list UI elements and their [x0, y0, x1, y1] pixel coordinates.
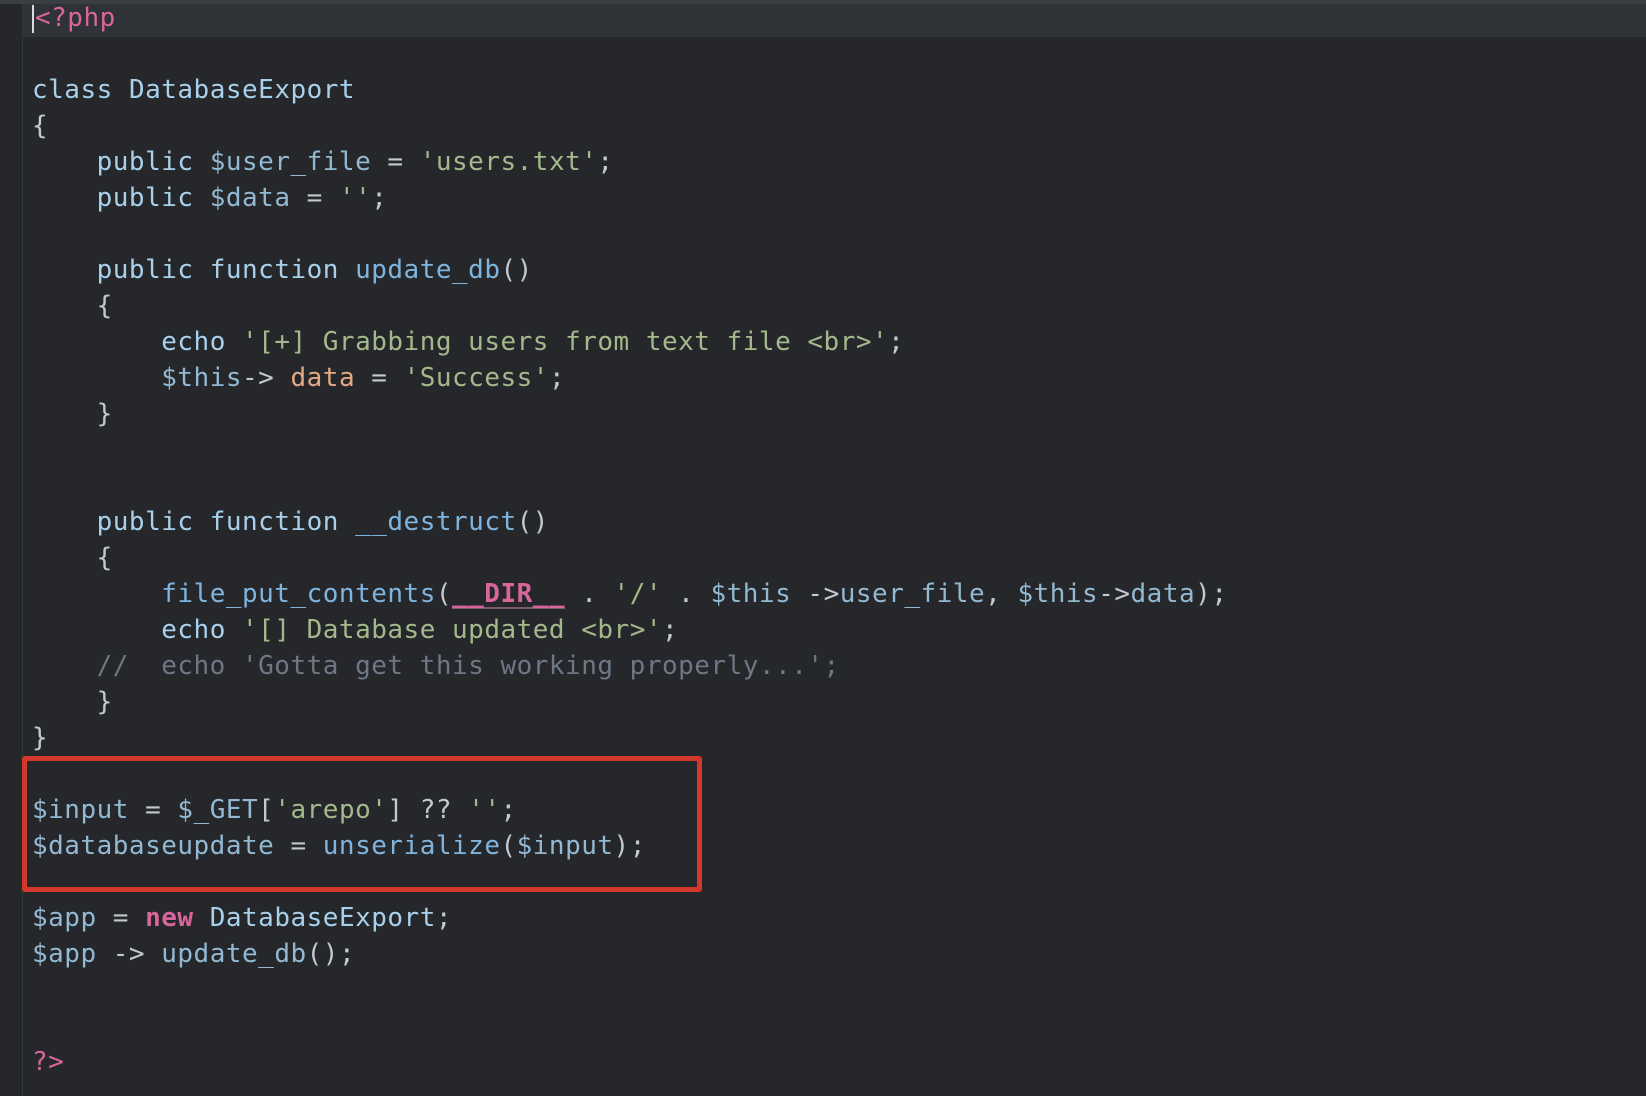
code-line[interactable]: } — [32, 720, 1227, 756]
code-line[interactable] — [32, 216, 1227, 252]
code-line[interactable] — [32, 36, 1227, 72]
code-content[interactable]: <?php class DatabaseExport{ public $user… — [32, 0, 1227, 1080]
code-line[interactable]: $this-> data = 'Success'; — [32, 360, 1227, 396]
text-cursor — [32, 4, 34, 33]
editor-gutter — [22, 4, 23, 1096]
code-line[interactable]: class DatabaseExport — [32, 72, 1227, 108]
code-line[interactable]: } — [32, 396, 1227, 432]
code-line[interactable]: ?> — [32, 1044, 1227, 1080]
annotation-highlight-box — [22, 756, 702, 892]
code-line[interactable]: public function update_db() — [32, 252, 1227, 288]
code-line[interactable]: } — [32, 684, 1227, 720]
code-line[interactable] — [32, 468, 1227, 504]
code-line[interactable]: echo '[+] Grabbing users from text file … — [32, 324, 1227, 360]
code-line[interactable]: // echo 'Gotta get this working properly… — [32, 648, 1227, 684]
code-line[interactable]: { — [32, 540, 1227, 576]
code-line[interactable]: echo '[] Database updated <br>'; — [32, 612, 1227, 648]
code-line[interactable] — [32, 1008, 1227, 1044]
code-line[interactable]: public function __destruct() — [32, 504, 1227, 540]
code-line[interactable]: public $user_file = 'users.txt'; — [32, 144, 1227, 180]
code-line[interactable] — [32, 972, 1227, 1008]
code-line[interactable]: $app -> update_db(); — [32, 936, 1227, 972]
code-line[interactable]: public $data = ''; — [32, 180, 1227, 216]
code-editor[interactable]: <?php class DatabaseExport{ public $user… — [0, 0, 1646, 1096]
code-line[interactable]: { — [32, 288, 1227, 324]
code-line[interactable]: <?php — [32, 0, 1227, 36]
code-line[interactable]: { — [32, 108, 1227, 144]
code-line[interactable]: file_put_contents(__DIR__ . '/' . $this … — [32, 576, 1227, 612]
code-line[interactable]: $app = new DatabaseExport; — [32, 900, 1227, 936]
code-line[interactable] — [32, 432, 1227, 468]
